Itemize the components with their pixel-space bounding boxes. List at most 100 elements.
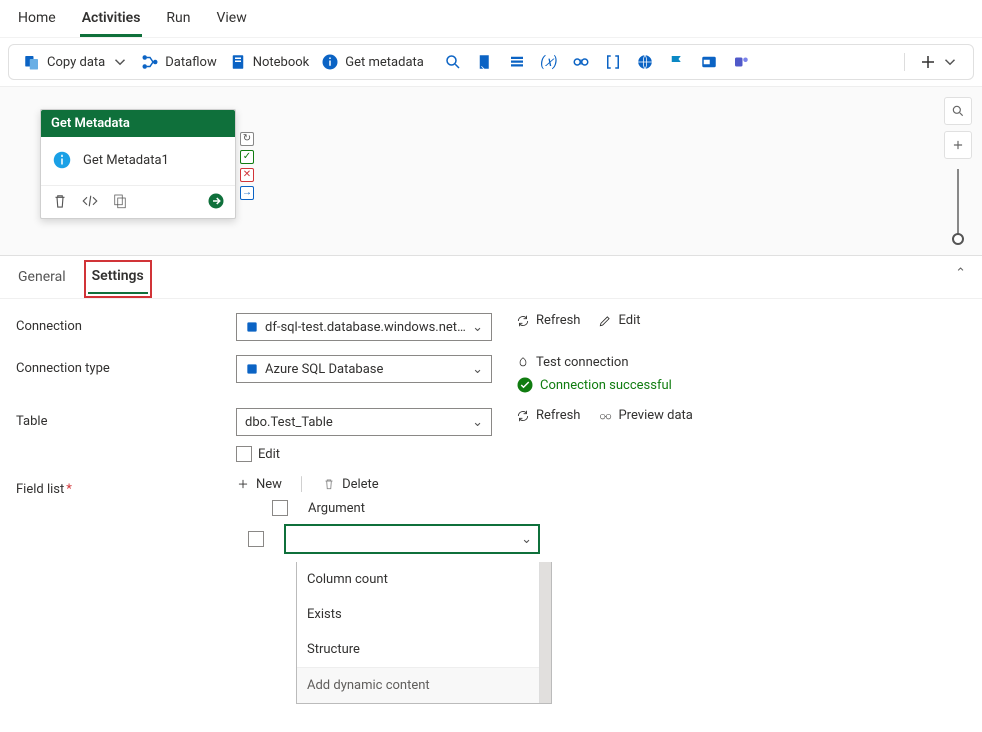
tb-get-metadata[interactable]: Get metadata (321, 53, 424, 71)
trash-icon[interactable] (51, 192, 69, 210)
canvas-search-button[interactable] (944, 97, 972, 125)
tb-get-metadata-label: Get metadata (345, 55, 424, 70)
chevron-down-icon: ⌄ (472, 362, 483, 377)
activity-card[interactable]: Get Metadata Get Metadata1 (40, 109, 236, 219)
tb-copy-data[interactable]: Copy data (23, 53, 129, 71)
globe-icon[interactable] (636, 53, 654, 71)
lookup-icon[interactable] (572, 53, 590, 71)
edit-connection-button[interactable]: Edit (598, 313, 640, 328)
chevron-down-icon: ⌄ (472, 320, 483, 335)
edit-table-checkbox[interactable]: Edit (236, 446, 492, 462)
sql-icon (245, 362, 259, 376)
notebook-icon (229, 53, 247, 71)
tb-dataflow[interactable]: Dataflow (141, 53, 217, 71)
outlook-icon[interactable] (700, 53, 718, 71)
fieldlist-row: ⌄ (236, 524, 552, 554)
flag-icon[interactable] (668, 53, 686, 71)
fieldlist-header: Argument (236, 500, 552, 516)
tb-add-activity[interactable] (904, 53, 959, 71)
connection-type-select[interactable]: Azure SQL Database ⌄ (236, 355, 492, 383)
argument-combobox[interactable]: ⌄ (284, 524, 540, 554)
list-icon[interactable] (508, 53, 526, 71)
copy-data-icon (23, 53, 41, 71)
activity-toolbar: Copy data Dataflow Notebook Get metadata… (8, 44, 974, 80)
copy-icon[interactable] (111, 192, 129, 210)
dropdown-option[interactable]: Exists (297, 597, 551, 632)
handle-loop-icon[interactable]: ↻ (240, 132, 254, 146)
search-icon[interactable] (444, 53, 462, 71)
top-nav: Home Activities Run View (0, 0, 982, 38)
chevron-down-icon: ⌄ (521, 532, 532, 547)
activity-output-handles: ↻ ✓ ✕ → (240, 132, 254, 200)
pipeline-canvas[interactable]: Get Metadata Get Metadata1 ↻ ✓ ✕ → (0, 86, 982, 256)
dropdown-option[interactable]: Column count (297, 562, 551, 597)
checkbox-icon (236, 446, 252, 462)
nav-tab-run[interactable]: Run (164, 6, 192, 37)
info-icon (321, 53, 339, 71)
tab-settings[interactable]: Settings (88, 264, 148, 294)
plus-icon (919, 53, 937, 71)
connection-success-status: Connection successful (516, 376, 672, 394)
zoom-thumb[interactable] (952, 233, 964, 245)
scrollbar[interactable] (539, 562, 551, 703)
chevron-down-icon (111, 53, 129, 71)
tb-icon-strip: (𝑥) (444, 53, 750, 71)
chevron-down-icon: ⌄ (472, 415, 483, 430)
sql-icon (245, 320, 259, 334)
collapse-panel-icon[interactable]: ⌃ (955, 266, 966, 281)
test-connection-button[interactable]: Test connection (516, 355, 672, 370)
lightning-icon (516, 356, 530, 370)
activity-name: Get Metadata1 (83, 153, 169, 168)
pencil-icon (598, 314, 612, 328)
connection-select[interactable]: df-sql-test.database.windows.net;tes... … (236, 313, 492, 341)
connection-value: df-sql-test.database.windows.net;tes... (265, 320, 466, 335)
argument-column-header: Argument (308, 501, 365, 516)
tb-copy-data-label: Copy data (47, 55, 105, 70)
refresh-table-button[interactable]: Refresh (516, 408, 580, 423)
script-icon[interactable] (476, 53, 494, 71)
plus-icon (236, 477, 250, 491)
table-label: Table (16, 408, 226, 429)
canvas-tools (944, 97, 972, 239)
nav-tab-view[interactable]: View (214, 6, 248, 37)
handle-skip-icon[interactable]: → (240, 186, 254, 200)
nav-tab-activities[interactable]: Activities (80, 6, 143, 37)
connection-label: Connection (16, 313, 226, 334)
connection-type-value: Azure SQL Database (265, 362, 466, 377)
refresh-connection-button[interactable]: Refresh (516, 313, 580, 328)
chevron-down-icon (941, 53, 959, 71)
run-arrow-icon[interactable] (207, 192, 225, 210)
code-icon[interactable] (81, 192, 99, 210)
row-checkbox[interactable] (248, 531, 264, 547)
refresh-icon (516, 314, 530, 328)
handle-success-icon[interactable]: ✓ (240, 150, 254, 164)
glasses-icon (598, 409, 612, 423)
dropdown-add-dynamic[interactable]: Add dynamic content (297, 667, 551, 703)
teams-icon[interactable] (732, 53, 750, 71)
info-icon (51, 149, 73, 171)
argument-dropdown: Column count Exists Structure Add dynami… (296, 562, 552, 704)
refresh-icon (516, 409, 530, 423)
checkmark-icon (516, 376, 534, 394)
tb-dataflow-label: Dataflow (165, 55, 217, 70)
handle-failure-icon[interactable]: ✕ (240, 168, 254, 182)
dropdown-option[interactable]: Structure (297, 632, 551, 667)
tb-notebook-label: Notebook (253, 55, 310, 70)
preview-data-button[interactable]: Preview data (598, 408, 692, 423)
fieldlist-new-button[interactable]: New (236, 477, 282, 492)
tb-notebook[interactable]: Notebook (229, 53, 310, 71)
connection-type-label: Connection type (16, 355, 226, 376)
tab-general[interactable]: General (14, 265, 70, 293)
trash-icon (322, 477, 336, 491)
zoom-slider[interactable] (957, 169, 959, 239)
canvas-zoom-in-button[interactable] (944, 131, 972, 159)
variable-icon[interactable]: (𝑥) (540, 53, 558, 71)
properties-tabs: General Settings ⌃ (0, 256, 982, 299)
select-all-checkbox[interactable] (272, 500, 288, 516)
fieldlist-label: Field list* (16, 476, 226, 497)
dataflow-icon (141, 53, 159, 71)
nav-tab-home[interactable]: Home (16, 6, 58, 37)
bracket-icon[interactable] (604, 53, 622, 71)
table-select[interactable]: dbo.Test_Table ⌄ (236, 408, 492, 436)
fieldlist-delete-button[interactable]: Delete (322, 477, 379, 492)
